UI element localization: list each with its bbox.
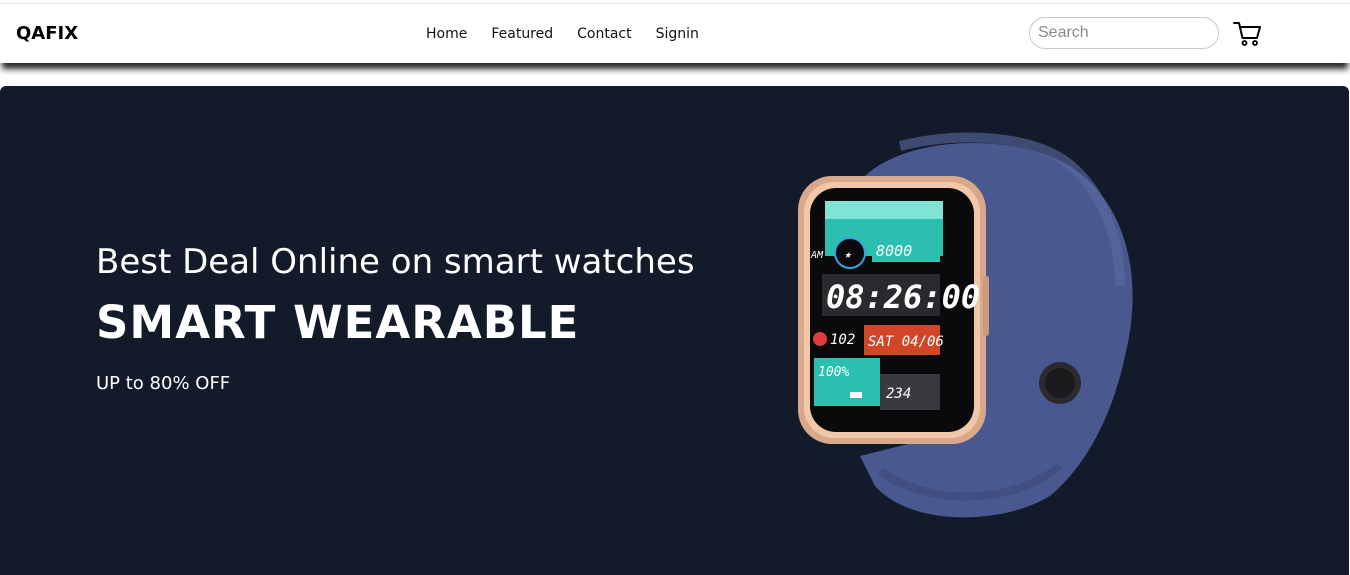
watch-time-text: 08:26:00 <box>826 278 980 316</box>
smartwatch-image: ★ AM 8000 08:26:00 102 SAT 04/06 100% 23… <box>798 132 1133 518</box>
nav-featured-link[interactable]: Featured <box>491 26 553 42</box>
cart-icon[interactable] <box>1233 21 1263 47</box>
cart-icon-graphic <box>1233 22 1261 46</box>
hero-offer: UP to 80% OFF <box>96 373 231 394</box>
watch-calories-text: 234 <box>886 386 911 402</box>
brand-logo[interactable]: QAFIX <box>16 23 78 44</box>
nav-links: Home Featured Contact Signin <box>426 26 723 42</box>
nav-home-link[interactable]: Home <box>426 26 467 42</box>
nav-contact-link[interactable]: Contact <box>577 26 631 42</box>
watch-am-text: AM <box>810 250 824 261</box>
top-navbar: QAFIX Home Featured Contact Signin <box>0 3 1350 63</box>
hero-subtitle: Best Deal Online on smart watches <box>96 242 695 282</box>
watch-heart-text: 102 <box>830 332 855 348</box>
watch-date-text: SAT 04/06 <box>868 334 944 350</box>
hero-title: SMART WEARABLE <box>96 296 580 349</box>
watch-battery-text: 100% <box>818 365 849 380</box>
watch-steps-text: 8000 <box>876 242 912 260</box>
search-input[interactable] <box>1029 17 1219 49</box>
nav-signin-link[interactable]: Signin <box>656 26 699 42</box>
hero-banner: Best Deal Online on smart watches SMART … <box>0 86 1349 575</box>
svg-text:★: ★ <box>844 247 852 261</box>
